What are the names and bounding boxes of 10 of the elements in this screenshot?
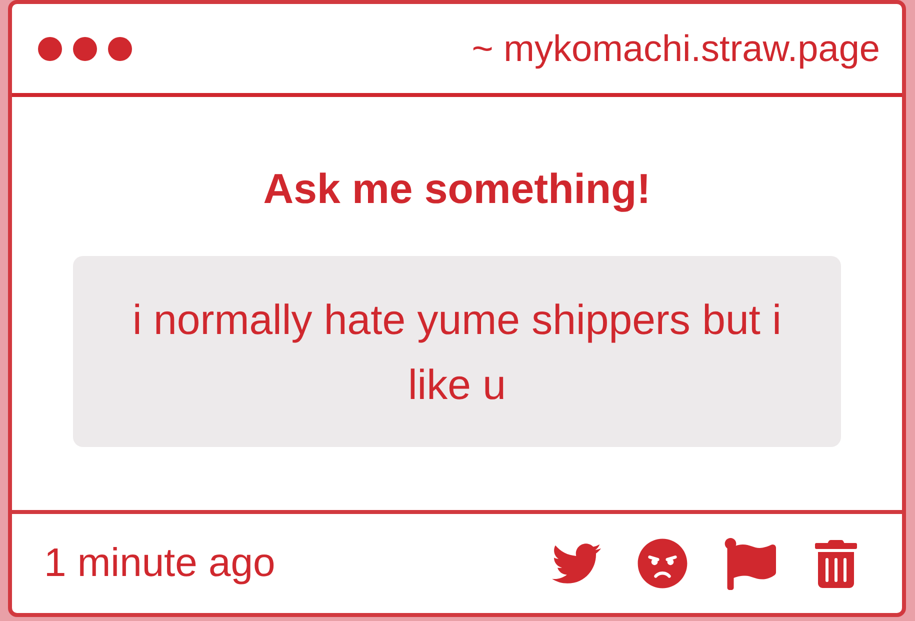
dot-icon — [73, 36, 97, 60]
dot-icon — [108, 36, 132, 60]
flag-icon[interactable] — [724, 538, 776, 590]
dot-icon — [38, 36, 62, 60]
site-address: ~ mykomachi.straw.page — [472, 28, 880, 70]
trash-icon[interactable] — [812, 540, 860, 588]
timestamp: 1 minute ago — [44, 541, 276, 586]
prompt-heading: Ask me something! — [263, 164, 651, 214]
angry-face-icon[interactable] — [637, 538, 688, 589]
question-text: i normally hate yume shippers but i like u — [132, 294, 782, 410]
